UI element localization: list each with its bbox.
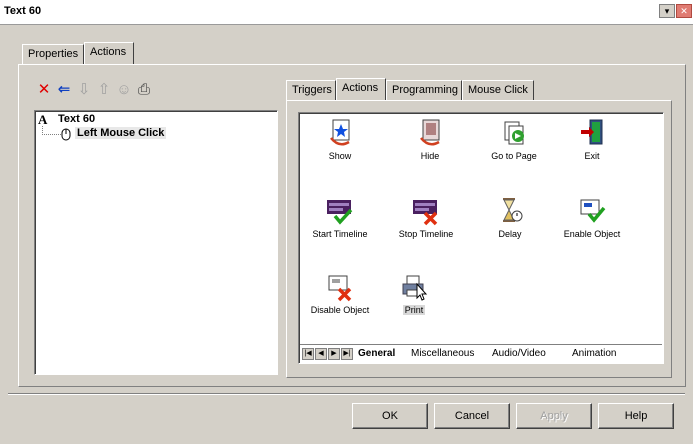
start-timeline-icon	[327, 200, 353, 225]
action-disable-object[interactable]: Disable Object	[300, 272, 380, 315]
move-up-icon[interactable]: ⇧	[96, 82, 112, 98]
back-arrow-icon[interactable]: ⇐	[56, 82, 72, 98]
action-label-delay: Delay	[498, 229, 522, 239]
printer-toolbar-icon[interactable]: ⎙	[136, 82, 152, 98]
window-title: Text 60	[4, 5, 42, 17]
printer-icon	[402, 275, 428, 301]
action-show[interactable]: Show	[300, 118, 380, 161]
hide-icon	[420, 119, 440, 146]
tree-connector	[42, 126, 61, 135]
action-label-start-timeline: Start Timeline	[312, 229, 368, 239]
people-icon[interactable]: ☺	[116, 82, 132, 98]
category-tab-miscellaneous[interactable]: Miscellaneous	[411, 348, 474, 359]
enable-object-icon	[580, 199, 606, 223]
action-stop-timeline[interactable]: Stop Timeline	[386, 196, 466, 239]
nav-prev-button[interactable]: ◀	[315, 348, 327, 360]
action-label-show: Show	[328, 151, 352, 161]
category-tab-animation[interactable]: Animation	[572, 348, 616, 359]
action-go-to-page[interactable]: Go to Page	[474, 118, 554, 161]
action-exit[interactable]: Exit	[552, 118, 632, 161]
hourglass-icon	[503, 198, 523, 222]
tab-mouse-click[interactable]: Mouse Click	[462, 80, 534, 100]
close-button[interactable]: ✕	[676, 4, 692, 18]
tab-actions-inner[interactable]: Actions	[336, 78, 386, 100]
category-tab-audio-video[interactable]: Audio/Video	[492, 348, 546, 359]
action-label-stop-timeline: Stop Timeline	[398, 229, 454, 239]
cancel-button[interactable]: Cancel	[434, 403, 510, 429]
help-button[interactable]: Help	[598, 403, 674, 429]
nav-last-button[interactable]: ▶|	[341, 348, 353, 360]
apply-button[interactable]: Apply	[516, 403, 592, 429]
delete-icon[interactable]: ✕	[36, 82, 52, 98]
category-tab-general[interactable]: General	[358, 348, 395, 359]
nav-first-button[interactable]: |◀	[302, 348, 314, 360]
minimize-button[interactable]: ▾	[659, 4, 675, 18]
mouse-click-icon	[61, 128, 71, 141]
action-label-disable-object: Disable Object	[310, 305, 370, 315]
tab-programming[interactable]: Programming	[386, 80, 462, 100]
action-label-enable-object: Enable Object	[563, 229, 621, 239]
action-start-timeline[interactable]: Start Timeline	[300, 196, 380, 239]
exit-icon	[581, 119, 603, 145]
action-label-exit: Exit	[584, 151, 600, 161]
action-tree	[34, 110, 278, 375]
tab-triggers[interactable]: Triggers	[286, 80, 336, 100]
show-icon	[330, 119, 350, 146]
action-label-go-to-page: Go to Page	[491, 151, 537, 161]
tree-root-label[interactable]: Text 60	[58, 113, 95, 125]
disable-object-icon	[328, 275, 352, 302]
stop-timeline-icon	[413, 200, 438, 226]
move-down-icon[interactable]: ⇩	[76, 82, 92, 98]
action-label-print: Print	[402, 305, 426, 315]
action-label-hide: Hide	[420, 151, 440, 161]
goto-page-icon	[504, 121, 524, 145]
action-delay[interactable]: Delay	[470, 196, 550, 239]
action-print[interactable]: Print	[374, 272, 454, 315]
action-hide[interactable]: Hide	[390, 118, 470, 161]
tab-actions-outer[interactable]: Actions	[84, 42, 134, 64]
action-enable-object[interactable]: Enable Object	[552, 196, 632, 239]
nav-next-button[interactable]: ▶	[328, 348, 340, 360]
footer-separator	[8, 393, 685, 395]
tree-child-left-mouse-click[interactable]: Left Mouse Click	[75, 127, 167, 139]
ok-button[interactable]: OK	[352, 403, 428, 429]
title-bar	[0, 0, 693, 25]
tab-properties[interactable]: Properties	[22, 44, 84, 64]
